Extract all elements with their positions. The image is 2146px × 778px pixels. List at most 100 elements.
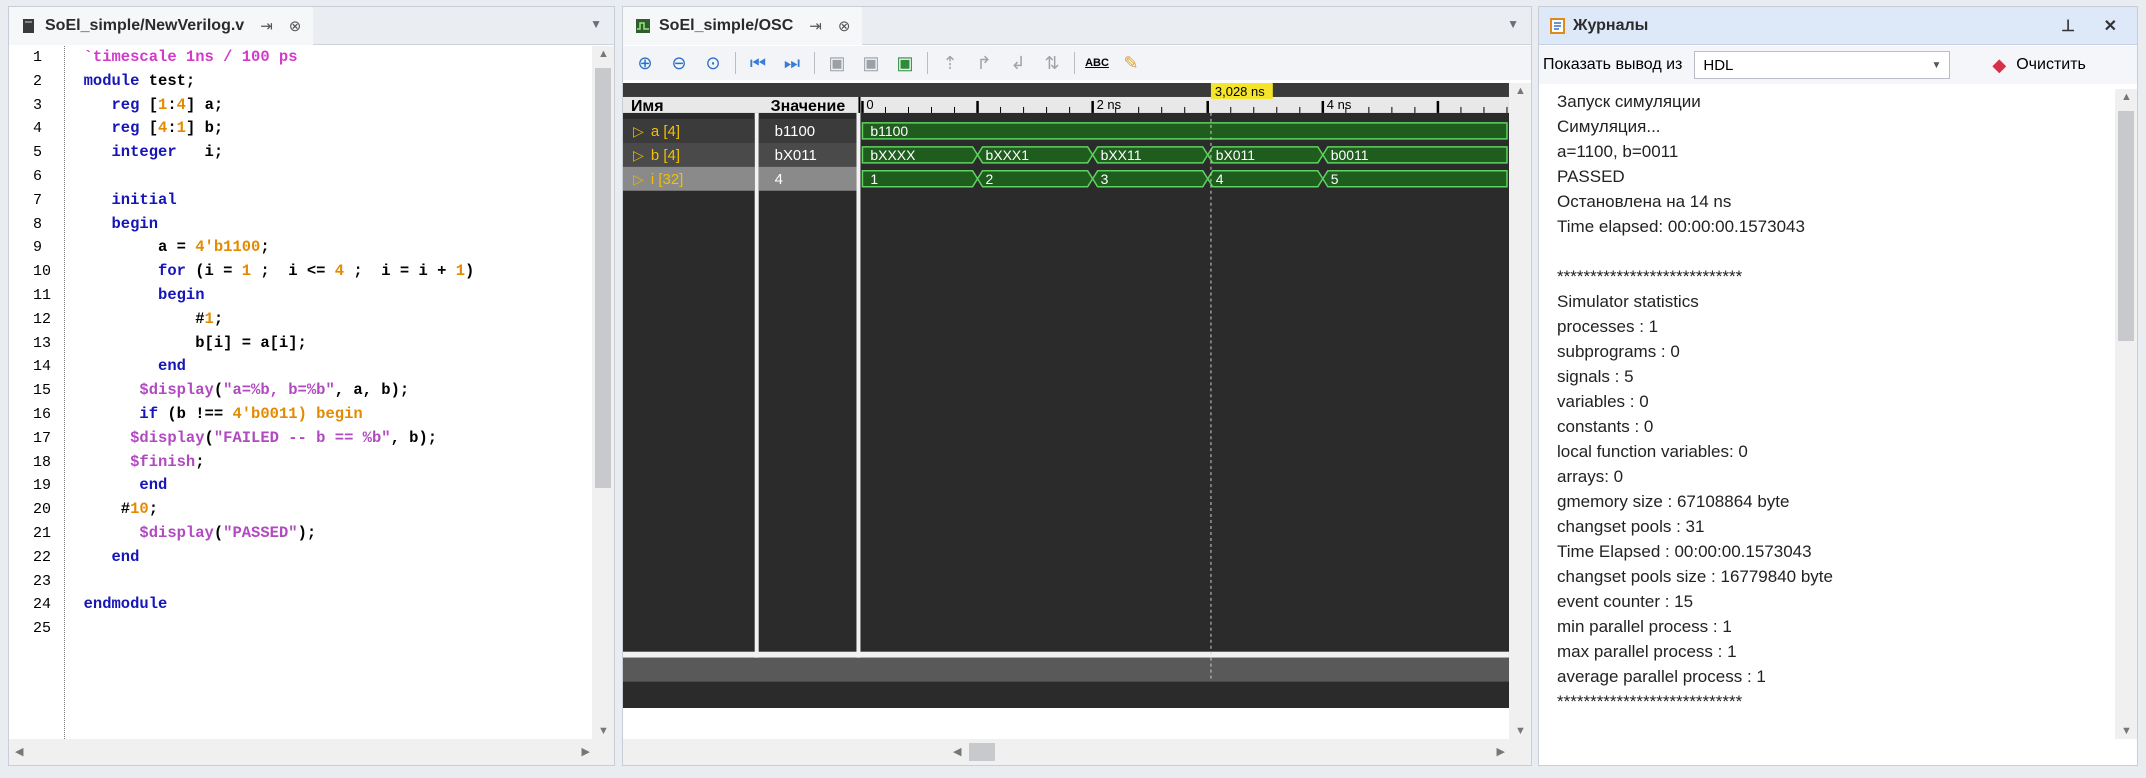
code-line[interactable] <box>65 165 590 189</box>
log-line: signals : 5 <box>1557 367 1634 386</box>
bus-segment <box>1206 170 1324 188</box>
scroll-up-icon[interactable]: ▲ <box>598 48 609 60</box>
code-line[interactable]: #1; <box>65 308 590 332</box>
go-to-end-icon[interactable]: ⏭ <box>780 51 804 75</box>
signal-up-icon[interactable]: ⇡ <box>938 51 962 75</box>
log-title: Журналы <box>1573 16 1649 34</box>
line-number: 19 <box>33 477 52 495</box>
go-to-start-icon[interactable]: ⏮ <box>746 51 770 75</box>
code-line[interactable]: endmodule <box>65 593 590 617</box>
scroll-right-icon[interactable]: ▶ <box>582 745 590 758</box>
output-source-select[interactable]: HDL ▼ <box>1694 51 1951 79</box>
line-number: 20 <box>33 501 52 519</box>
bus-segment-label: bXX11 <box>1101 147 1142 163</box>
code-line[interactable]: reg [1:4] a; <box>65 94 590 118</box>
line-number: 25 <box>33 620 52 638</box>
scroll-up-icon[interactable]: ▲ <box>1515 85 1526 97</box>
log-vertical-scrollbar[interactable]: ▲ ▼ <box>2115 89 2137 739</box>
scroll-left-icon[interactable]: ◀ <box>15 745 23 758</box>
code-text[interactable]: `timescale 1ns / 100 ps module test; reg… <box>65 46 590 739</box>
code-line[interactable]: $display("PASSED"); <box>65 522 590 546</box>
waveform-horizontal-scrollbar[interactable]: ◀ ▶ <box>623 739 1531 765</box>
code-token: ( <box>204 428 214 447</box>
zoom-in-icon[interactable]: ⊕ <box>633 51 657 75</box>
code-line[interactable]: begin <box>65 284 590 308</box>
zoom-out-icon[interactable]: ⊖ <box>667 51 691 75</box>
bus-segment-label: bXXX1 <box>986 147 1030 163</box>
code-line[interactable]: module test; <box>65 70 590 94</box>
bus-segment-label: bXXXX <box>870 147 916 163</box>
code-line[interactable] <box>65 617 590 641</box>
waveform-vertical-scrollbar[interactable]: ▲ ▼ <box>1509 83 1531 739</box>
zoom-fit-icon[interactable]: ⊙ <box>701 51 725 75</box>
log-line: gmemory size : 67108864 byte <box>1557 492 1790 511</box>
code-token: reg <box>65 119 149 138</box>
scroll-thumb[interactable] <box>595 68 611 488</box>
code-line[interactable]: end <box>65 355 590 379</box>
signal-down-icon[interactable]: ↲ <box>1006 51 1030 75</box>
line-number: 11 <box>33 286 52 304</box>
scroll-down-icon[interactable]: ▼ <box>1515 725 1526 737</box>
code-token: 1 <box>204 309 214 328</box>
marker-next-icon[interactable]: ▣ <box>859 51 883 75</box>
bus-segment <box>861 170 979 188</box>
scroll-thumb[interactable] <box>2118 111 2134 341</box>
code-line[interactable]: end <box>65 546 590 570</box>
tab-dropdown-icon[interactable]: ▼ <box>1507 17 1519 31</box>
bus-segment-label: b0011 <box>1331 147 1369 163</box>
signal-sort-icon[interactable]: ⇅ <box>1040 51 1064 75</box>
marker-add-icon[interactable]: ▣ <box>893 51 917 75</box>
log-line: max parallel process : 1 <box>1557 642 1737 661</box>
code-line[interactable]: $finish; <box>65 451 590 475</box>
pin-icon[interactable]: ⇥ <box>809 17 822 35</box>
line-numbers: 1 2 3 4 5 6 7 8 9 10 11 12 13 14 15 16 17 18 19 20 21 22 23 24 2… <box>9 46 65 739</box>
code-token: if <box>65 404 168 423</box>
clear-button-label: Очистить <box>2016 56 2086 73</box>
code-line[interactable]: b[i] = a[i]; <box>65 332 590 356</box>
code-line[interactable]: if (b !== 4'b0011) begin <box>65 403 590 427</box>
editor-vertical-scrollbar[interactable]: ▲ ▼ <box>592 46 614 739</box>
tab-osc[interactable]: SoEl_simple/OSC ⇥ ⊗ <box>623 6 863 45</box>
code-line[interactable]: `timescale 1ns / 100 ps <box>65 46 590 70</box>
bus-segment-label: 4 <box>1216 171 1224 187</box>
tab-dropdown-icon[interactable]: ▼ <box>590 17 602 31</box>
radix-icon[interactable]: ABC <box>1085 51 1109 75</box>
line-number: 1 <box>33 49 43 66</box>
marker-prev-icon[interactable]: ▣ <box>825 51 849 75</box>
osc-tabbar: SoEl_simple/OSC ⇥ ⊗ ▼ <box>623 6 1531 45</box>
line-number: 21 <box>33 524 52 542</box>
code-line[interactable]: #10; <box>65 498 590 522</box>
log-output[interactable]: Запуск симуляции Симуляция... a=1100, b=00… <box>1557 89 2107 714</box>
pin-icon[interactable]: ⊥ <box>2061 16 2075 36</box>
code-line[interactable]: integer i; <box>65 141 590 165</box>
tab-title: SoEl_simple/NewVerilog.v <box>45 16 245 34</box>
code-line[interactable]: initial <box>65 189 590 213</box>
code-token: ; i <= <box>251 262 335 281</box>
code-line[interactable] <box>65 570 590 594</box>
scroll-thumb[interactable] <box>969 743 995 761</box>
scroll-down-icon[interactable]: ▼ <box>598 725 609 737</box>
log-line: a=1100, b=0011 <box>1557 142 1679 161</box>
scroll-down-icon[interactable]: ▼ <box>2121 725 2132 737</box>
waveform-canvas[interactable]: Имя Значение 0 2 ns 4 ns ▷ a [4] b1100 b1100 ▷ b [… <box>623 83 1509 708</box>
code-line[interactable]: begin <box>65 213 590 237</box>
code-line[interactable]: $display("FAILED -- b == %b", b); <box>65 427 590 451</box>
code-line[interactable]: for (i = 1 ; i <= 4 ; i = i + 1) <box>65 260 590 284</box>
edit-icon[interactable]: ✎ <box>1119 51 1143 75</box>
signal-edge-icon[interactable]: ↱ <box>972 51 996 75</box>
close-icon[interactable]: ✕ <box>2104 16 2117 36</box>
pin-icon[interactable]: ⇥ <box>260 17 273 35</box>
code-line[interactable]: a = 4'b1100; <box>65 236 590 260</box>
close-icon[interactable]: ⊗ <box>838 17 851 35</box>
scroll-left-icon[interactable]: ◀ <box>953 745 961 758</box>
tab-newverilog[interactable]: SoEl_simple/NewVerilog.v ⇥ ⊗ <box>9 6 314 45</box>
code-line[interactable]: $display("a=%b, b=%b", a, b); <box>65 379 590 403</box>
code-line[interactable]: reg [4:1] b; <box>65 117 590 141</box>
code-line[interactable]: end <box>65 474 590 498</box>
clear-button[interactable]: ◆ Очистить <box>1992 55 2086 76</box>
close-icon[interactable]: ⊗ <box>289 17 302 35</box>
scroll-up-icon[interactable]: ▲ <box>2121 91 2132 103</box>
bus-segment-label: 1 <box>870 171 878 187</box>
editor-horizontal-scrollbar[interactable]: ◀ ▶ <box>9 739 614 765</box>
scroll-right-icon[interactable]: ▶ <box>1497 745 1505 758</box>
